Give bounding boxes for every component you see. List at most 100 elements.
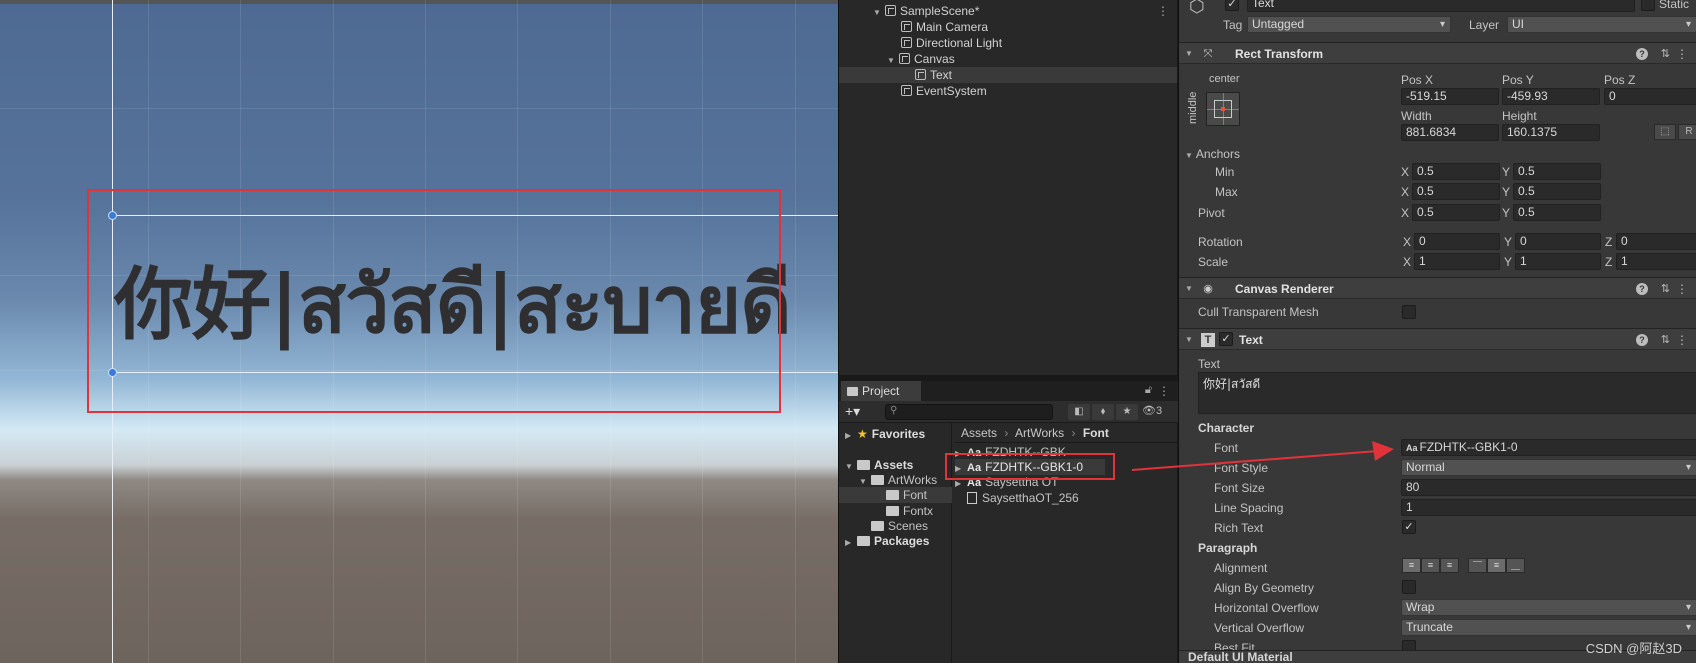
favorites-star-icon[interactable]: ★ bbox=[1116, 404, 1138, 420]
text-content-field[interactable]: 你好|สวัสดี bbox=[1198, 372, 1696, 414]
pos-y-field[interactable]: -459.93 bbox=[1502, 88, 1600, 105]
expand-icon[interactable]: ▼ bbox=[845, 459, 857, 475]
pivot-y-field[interactable]: 0.5 bbox=[1513, 204, 1601, 221]
help-icon[interactable]: ? bbox=[1636, 48, 1648, 60]
eye-icon: ◉ bbox=[1203, 283, 1213, 295]
breadcrumb-item[interactable]: ArtWorks bbox=[1015, 426, 1064, 440]
fold-icon[interactable]: ▼ bbox=[1185, 329, 1193, 351]
hierarchy-item-directional-light[interactable]: Directional Light bbox=[839, 35, 1177, 51]
breadcrumb-item[interactable]: Font bbox=[1083, 426, 1109, 440]
more-icon[interactable]: ⋮ bbox=[1676, 43, 1688, 65]
line-spacing-field[interactable]: 1 bbox=[1401, 499, 1696, 516]
hierarchy-item-main-camera[interactable]: Main Camera bbox=[839, 19, 1177, 35]
pos-z-field[interactable]: 0 bbox=[1604, 88, 1696, 105]
filter-by-label-icon[interactable]: ⬧ bbox=[1092, 404, 1114, 420]
breadcrumb-item[interactable]: Assets bbox=[961, 426, 997, 440]
tag-dropdown[interactable]: Untagged bbox=[1247, 16, 1451, 33]
hierarchy-item-text[interactable]: Text bbox=[839, 67, 1177, 83]
rotation-z-field[interactable]: 0 bbox=[1616, 233, 1696, 250]
scale-label: Scale bbox=[1198, 255, 1229, 269]
component-enabled-checkbox[interactable]: ✓ bbox=[1219, 332, 1233, 346]
project-search-input[interactable]: ⚲ bbox=[885, 404, 1053, 420]
cull-mesh-checkbox[interactable] bbox=[1402, 305, 1416, 319]
align-top-button[interactable]: ⎺ bbox=[1468, 558, 1487, 573]
scale-z-field[interactable]: 1 bbox=[1616, 253, 1696, 270]
anchor-max-x-field[interactable]: 0.5 bbox=[1412, 183, 1500, 200]
tab-project[interactable]: Project bbox=[841, 381, 921, 401]
presets-icon[interactable]: ⇅ bbox=[1661, 278, 1670, 300]
static-checkbox[interactable] bbox=[1641, 0, 1655, 11]
rich-text-checkbox[interactable]: ✓ bbox=[1402, 520, 1416, 534]
align-right-button[interactable]: ≡ bbox=[1440, 558, 1459, 573]
active-checkbox[interactable]: ✓ bbox=[1225, 0, 1239, 11]
anchor-horizontal-label: center bbox=[1209, 73, 1240, 85]
scale-y-field[interactable]: 1 bbox=[1515, 253, 1601, 270]
anchor-max-y-field[interactable]: 0.5 bbox=[1513, 183, 1601, 200]
canvas-renderer-header[interactable]: ▼ ◉ Canvas Renderer ? ⇅ ⋮ bbox=[1179, 277, 1696, 299]
file-item[interactable]: SaysetthaOT_256 bbox=[967, 490, 1079, 506]
fold-icon[interactable]: ▼ bbox=[1185, 278, 1193, 300]
create-button[interactable]: +▾ bbox=[845, 403, 860, 420]
text-component-header[interactable]: ▼ T ✓ Text ? ⇅ ⋮ bbox=[1179, 328, 1696, 350]
more-icon[interactable]: ⋮ bbox=[1676, 278, 1688, 300]
tree-item-artworks[interactable]: ▼ ArtWorks bbox=[859, 472, 937, 488]
expand-icon[interactable]: ▶ bbox=[845, 535, 857, 551]
pos-z-label: Pos Z bbox=[1604, 73, 1636, 87]
align-middle-button[interactable]: ≡ bbox=[1487, 558, 1506, 573]
layer-dropdown[interactable]: UI bbox=[1507, 16, 1696, 33]
pos-x-field[interactable]: -519.15 bbox=[1401, 88, 1499, 105]
hierarchy-item-samplescene[interactable]: ▼ SampleScene* ⋮ bbox=[839, 3, 1177, 19]
fold-icon[interactable]: ▼ bbox=[1185, 43, 1193, 65]
more-icon[interactable]: ⋮ bbox=[1157, 3, 1169, 19]
height-field[interactable]: 160.1375 bbox=[1502, 124, 1600, 141]
h-overflow-dropdown[interactable]: Wrap bbox=[1401, 599, 1696, 616]
rect-transform-icon: ⤧ bbox=[1203, 48, 1213, 60]
font-object-field[interactable]: Aa FZDHTK--GBK1-0 bbox=[1401, 439, 1696, 456]
anchor-min-x-field[interactable]: 0.5 bbox=[1412, 163, 1500, 180]
presets-icon[interactable]: ⇅ bbox=[1661, 43, 1670, 65]
align-bottom-button[interactable]: ⎽ bbox=[1506, 558, 1525, 573]
raw-edit-button[interactable]: R bbox=[1678, 124, 1696, 140]
lock-icon[interactable]: 🔓︎ bbox=[1145, 384, 1152, 397]
section-heading: Character bbox=[1198, 421, 1255, 435]
align-left-button[interactable]: ≡ bbox=[1402, 558, 1421, 573]
expand-icon[interactable]: ▶ bbox=[845, 428, 857, 444]
pivot-x-field[interactable]: 0.5 bbox=[1412, 204, 1500, 221]
rect-transform-header[interactable]: ▼ ⤧ Rect Transform ? ⇅ ⋮ bbox=[1179, 42, 1696, 64]
tree-item-favorites[interactable]: ▶ ★ Favorites bbox=[845, 426, 925, 442]
help-icon[interactable]: ? bbox=[1636, 283, 1648, 295]
anchor-min-y-field[interactable]: 0.5 bbox=[1513, 163, 1601, 180]
width-field[interactable]: 881.6834 bbox=[1401, 124, 1499, 141]
folder-icon bbox=[886, 506, 899, 516]
document-icon bbox=[967, 492, 977, 504]
hierarchy-item-canvas[interactable]: ▼ Canvas bbox=[839, 51, 1177, 67]
more-icon[interactable]: ⋮ bbox=[1158, 384, 1170, 398]
object-name-field[interactable]: Text bbox=[1247, 0, 1635, 12]
cull-mesh-label: Cull Transparent Mesh bbox=[1198, 305, 1319, 319]
font-style-dropdown[interactable]: Normal bbox=[1401, 459, 1696, 476]
tree-item-scenes[interactable]: Scenes bbox=[871, 518, 928, 534]
blueprint-mode-button[interactable]: ⬚ bbox=[1654, 124, 1676, 140]
align-geometry-checkbox[interactable] bbox=[1402, 580, 1416, 594]
v-overflow-dropdown[interactable]: Truncate bbox=[1401, 619, 1696, 636]
scale-x-field[interactable]: 1 bbox=[1414, 253, 1500, 270]
rotation-x-field[interactable]: 0 bbox=[1414, 233, 1500, 250]
anchors-foldout[interactable]: ▼ Anchors bbox=[1185, 147, 1240, 161]
tree-item-fontx[interactable]: Fontx bbox=[886, 503, 933, 519]
hidden-packages-toggle[interactable]: 👁︎3 bbox=[1142, 404, 1162, 417]
help-icon[interactable]: ? bbox=[1636, 334, 1648, 346]
anchor-presets-icon[interactable] bbox=[1206, 92, 1240, 126]
tree-item-assets[interactable]: ▼ Assets bbox=[845, 457, 913, 473]
presets-icon[interactable]: ⇅ bbox=[1661, 329, 1670, 351]
tree-item-font[interactable]: Font bbox=[839, 487, 952, 503]
alignment-label: Alignment bbox=[1214, 561, 1268, 575]
tree-item-packages[interactable]: ▶ Packages bbox=[845, 533, 929, 549]
rotation-y-field[interactable]: 0 bbox=[1515, 233, 1601, 250]
scene-view[interactable]: 你好|สวัสดี|สะบายดี bbox=[0, 0, 838, 663]
font-size-field[interactable]: 80 bbox=[1401, 479, 1696, 496]
hierarchy-item-eventsystem[interactable]: EventSystem bbox=[839, 83, 1177, 99]
align-center-button[interactable]: ≡ bbox=[1421, 558, 1440, 573]
axis-x-label: X bbox=[1401, 206, 1410, 220]
filter-by-type-button[interactable]: ◧ bbox=[1068, 404, 1090, 420]
more-icon[interactable]: ⋮ bbox=[1676, 329, 1688, 351]
